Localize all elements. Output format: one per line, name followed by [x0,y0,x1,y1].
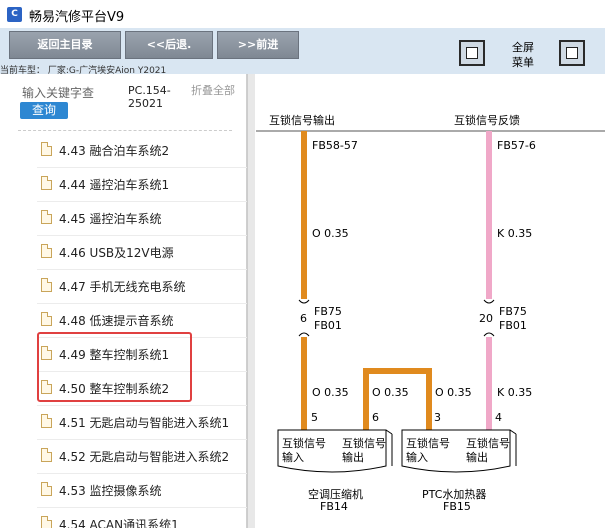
document-icon [41,176,52,190]
right-wire-spec: K 0.35 [497,227,533,240]
fullscreen-label-2: 菜单 [512,56,534,69]
document-icon [41,516,52,528]
connector-mark-right-top [483,299,495,304]
search-input[interactable]: 输入关键字查 [22,84,124,101]
menu-item-label: 4.43 融合泊车系统2 [59,144,170,158]
menu-item-label: 4.46 USB及12V电源 [59,246,174,260]
pin-4: 4 [495,411,502,424]
menu-item-label: 4.48 低速提示音系统 [59,314,174,328]
wire-spec-2: O 0.35 [372,386,409,399]
menu-item-label: 4.45 遥控泊车系统 [59,212,162,226]
wire-spec-4: K 0.35 [497,386,533,399]
menu-item[interactable]: 4.52 无匙启动与智能进入系统2 [37,440,247,474]
menu-item[interactable]: 4.43 融合泊车系统2 [37,134,247,168]
forward-button[interactable]: >>前进 [217,31,299,59]
menu-item[interactable]: 4.54 ACAN通讯系统1 [37,508,247,528]
menu-item[interactable]: 4.44 遥控泊车系统1 [37,168,247,202]
back-button[interactable]: <<后退. [125,31,213,59]
selection-highlight [37,332,192,402]
document-icon [41,142,52,156]
compressor-output-label: 互锁信号输出 [342,437,386,464]
document-icon [41,414,52,428]
connector-mark-left-bottom [298,332,310,337]
divider [18,130,232,131]
pc-code: PC.154-25021 [128,84,171,110]
right-top-connector: FB57-6 [497,139,536,152]
right-connector-a: FB75 [499,305,527,318]
document-icon [41,312,52,326]
left-wire-spec: O 0.35 [312,227,349,240]
connector-mark-left-top [298,299,310,304]
right-signal-header: 互锁信号反馈 [454,114,520,127]
pin-2: 6 [372,411,379,424]
document-icon [41,210,52,224]
app-logo-icon: C [7,7,22,22]
expand-pane-button[interactable] [459,40,485,66]
menu-item[interactable]: 4.45 遥控泊车系统 [37,202,247,236]
heater-input-label: 互锁信号输入 [406,437,450,464]
pane-scrollbar[interactable] [247,74,255,528]
pin-1: 5 [311,411,318,424]
menu-item[interactable]: 4.47 手机无线充电系统 [37,270,247,304]
left-top-connector: FB58-57 [312,139,358,152]
heater-output-label: 互锁信号输出 [466,437,510,464]
pin-3: 3 [434,411,441,424]
menu-item[interactable]: 4.53 监控摄像系统 [37,474,247,508]
compressor-code: FB14 [320,500,348,513]
left-connector-a: FB75 [314,305,342,318]
heater-code: FB15 [443,500,471,513]
right-connector-b: FB01 [499,319,527,332]
document-icon [41,482,52,496]
compressor-input-label: 互锁信号输入 [282,437,326,464]
fullscreen-label-1: 全屏 [512,41,534,54]
menu-item-label: 4.44 遥控泊车系统1 [59,178,170,192]
collapse-pane-button[interactable] [559,40,585,66]
collapse-all-button[interactable]: 折叠全部 [191,84,235,97]
connector-mark-right-bottom [483,332,495,337]
menu-item-label: 4.47 手机无线充电系统 [59,280,186,294]
menu-item-label: 4.51 无匙启动与智能进入系统1 [59,416,230,430]
document-icon [41,448,52,462]
compressor-box-edge [385,429,393,435]
collapse-icon [566,47,578,59]
window-title: 畅易汽修平台V9 [29,10,125,25]
expand-icon [466,47,478,59]
wiring-diagram: 互锁信号输出 互锁信号反馈 FB58-57 FB57-6 O 0.35 K 0.… [256,74,605,528]
menu-item-label: 4.52 无匙启动与智能进入系统2 [59,450,230,464]
left-connector-b: FB01 [314,319,342,332]
document-icon [41,244,52,258]
left-pin-number: 6 [300,312,307,325]
menu-item[interactable]: 4.46 USB及12V电源 [37,236,247,270]
menu-item-label: 4.53 监控摄像系统 [59,484,162,498]
title-bar: C 畅易汽修平台V9 [0,0,605,28]
menu-item-label: 4.54 ACAN通讯系统1 [59,518,179,528]
fullscreen-menu-label[interactable]: 全屏 菜单 [503,40,543,70]
home-button[interactable]: 返回主目录 [9,31,121,59]
wire-spec-3: O 0.35 [435,386,472,399]
heater-box-edge [509,429,517,435]
right-pin-number: 20 [479,312,493,325]
document-icon [41,278,52,292]
wire-spec-1: O 0.35 [312,386,349,399]
left-signal-header: 互锁信号输出 [269,114,335,127]
query-button[interactable]: 查询 [20,102,68,119]
menu-item[interactable]: 4.51 无匙启动与智能进入系统1 [37,406,247,440]
